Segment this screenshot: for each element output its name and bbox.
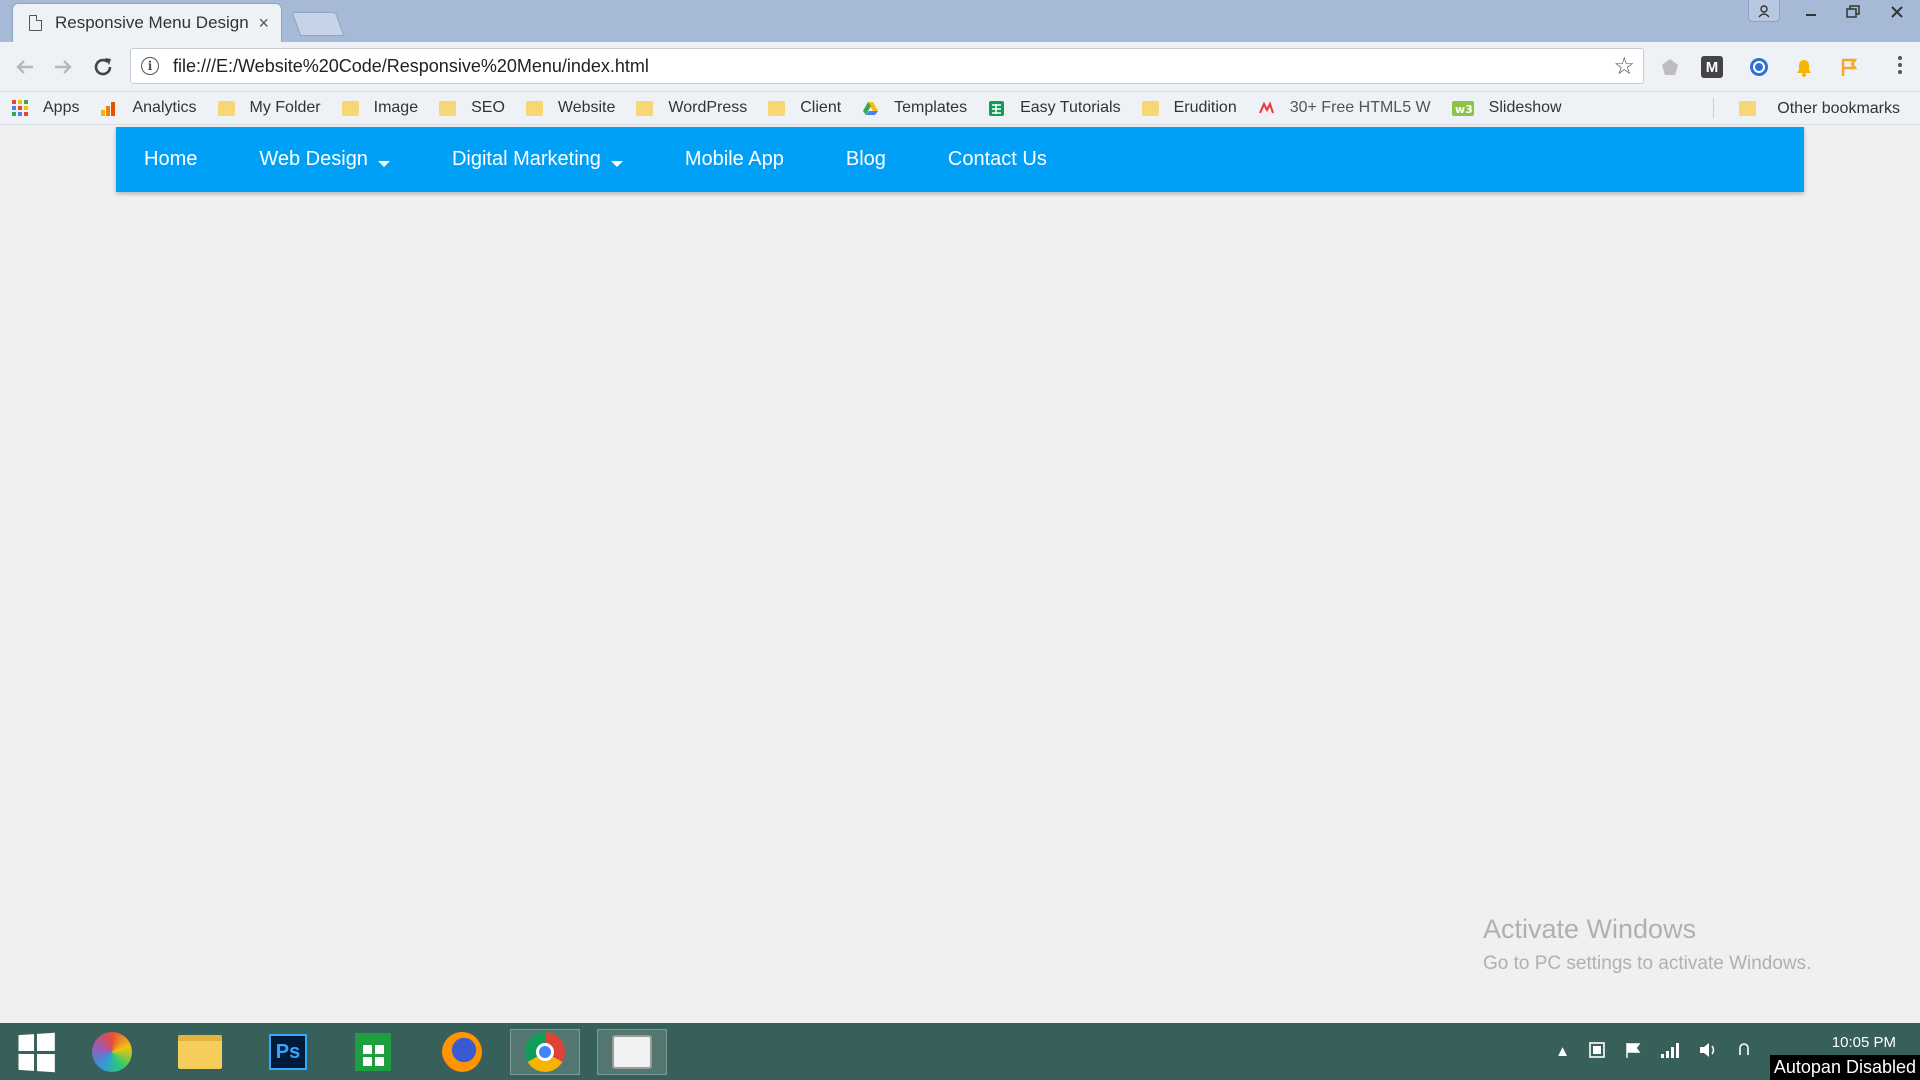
nav-mobile-app[interactable]: Mobile App bbox=[685, 148, 784, 171]
paint-app[interactable] bbox=[77, 1029, 147, 1075]
folder-icon bbox=[768, 100, 786, 116]
bookmarks-bar: Apps Analytics My Folder Image SEO Websi… bbox=[0, 92, 1920, 125]
autopan-status: Autopan Disabled bbox=[1769, 1055, 1920, 1080]
chrome-icon bbox=[525, 1032, 565, 1072]
activate-windows-watermark: Activate Windows Go to PC settings to ac… bbox=[1483, 914, 1811, 975]
start-button[interactable] bbox=[0, 1029, 70, 1075]
paint-icon bbox=[92, 1032, 132, 1072]
network-signal-icon[interactable] bbox=[1660, 1042, 1680, 1062]
nav-contact-us[interactable]: Contact Us bbox=[948, 148, 1047, 171]
analytics-icon bbox=[100, 101, 117, 116]
caret-down-icon bbox=[610, 160, 623, 167]
tab-title: Responsive Menu Design bbox=[55, 13, 249, 32]
bookmark-separator bbox=[1713, 98, 1714, 118]
bookmark-apps[interactable]: Apps bbox=[12, 99, 79, 117]
close-window-icon[interactable] bbox=[1874, 0, 1920, 24]
minimize-icon[interactable] bbox=[1790, 0, 1832, 24]
w3-icon: w3 bbox=[1451, 100, 1474, 116]
photoshop-icon: Ps bbox=[269, 1034, 307, 1070]
apps-grid-icon bbox=[12, 100, 28, 116]
lastpass-icon[interactable] bbox=[1746, 54, 1772, 80]
profile-icon[interactable] bbox=[1748, 0, 1780, 22]
volume-icon[interactable] bbox=[1698, 1041, 1718, 1063]
bookmark-analytics[interactable]: Analytics bbox=[100, 99, 197, 117]
folder-icon bbox=[525, 100, 543, 116]
svg-text:w3: w3 bbox=[1455, 103, 1473, 116]
restore-icon[interactable] bbox=[1832, 0, 1874, 24]
device-icon[interactable] bbox=[1588, 1041, 1606, 1063]
caret-down-icon bbox=[377, 160, 390, 167]
bookmark-star-icon[interactable]: ☆ bbox=[1613, 52, 1635, 81]
browser-toolbar: i file:///E:/Website%20Code/Responsive%2… bbox=[0, 42, 1920, 92]
close-tab-icon[interactable]: × bbox=[258, 13, 269, 34]
url-text[interactable]: file:///E:/Website%20Code/Responsive%20M… bbox=[173, 56, 1613, 77]
bookmark-easy-tutorials[interactable]: Easy Tutorials bbox=[988, 99, 1121, 117]
file-explorer-app[interactable] bbox=[165, 1029, 235, 1075]
keyboard-icon[interactable] bbox=[1736, 1041, 1752, 1063]
bookmark-seo[interactable]: SEO bbox=[439, 99, 505, 117]
browser-tab[interactable]: Responsive Menu Design × bbox=[12, 3, 282, 42]
drive-icon bbox=[862, 101, 879, 116]
file-explorer-icon bbox=[178, 1035, 222, 1069]
browser-titlebar: Responsive Menu Design × bbox=[0, 0, 1920, 42]
nav-home[interactable]: Home bbox=[144, 148, 197, 171]
nav-web-design[interactable]: Web Design bbox=[259, 148, 390, 171]
windows-logo-icon bbox=[17, 1032, 55, 1072]
taskbar: Ps ▲ 10:05 PM Autopan Disabled bbox=[0, 1023, 1920, 1080]
bookmark-wordpress[interactable]: WordPress bbox=[636, 99, 747, 117]
folder-icon bbox=[1141, 100, 1159, 116]
show-hidden-icons-icon[interactable]: ▲ bbox=[1555, 1043, 1570, 1060]
html5-icon bbox=[1258, 100, 1275, 116]
photoshop-app[interactable]: Ps bbox=[253, 1029, 323, 1075]
bookmark-erudition[interactable]: Erudition bbox=[1141, 99, 1237, 117]
nav-blog[interactable]: Blog bbox=[846, 148, 886, 171]
folder-icon bbox=[1739, 101, 1757, 116]
gmail-icon[interactable]: M bbox=[1701, 56, 1723, 78]
sheets-icon bbox=[988, 100, 1005, 116]
store-app[interactable] bbox=[338, 1029, 408, 1075]
firefox-app[interactable] bbox=[427, 1029, 497, 1075]
screen-recorder-icon bbox=[612, 1035, 652, 1069]
back-arrow-icon[interactable] bbox=[10, 52, 40, 82]
folder-icon bbox=[439, 100, 457, 116]
folder-icon bbox=[341, 100, 359, 116]
chrome-app[interactable] bbox=[510, 1029, 580, 1075]
bookmark-image[interactable]: Image bbox=[341, 99, 418, 117]
system-clock[interactable]: 10:05 PM bbox=[1832, 1034, 1896, 1051]
bookmark-html5-templates[interactable]: 30+ Free HTML5 W bbox=[1258, 99, 1431, 117]
new-tab-button[interactable] bbox=[291, 12, 345, 36]
nav-digital-marketing[interactable]: Digital Marketing bbox=[452, 148, 623, 171]
bookmark-my-folder[interactable]: My Folder bbox=[217, 99, 321, 117]
folder-icon bbox=[217, 100, 235, 116]
extension-icon[interactable] bbox=[1657, 54, 1683, 80]
watermark-title: Activate Windows bbox=[1483, 914, 1697, 944]
address-bar[interactable]: i file:///E:/Website%20Code/Responsive%2… bbox=[130, 48, 1644, 84]
store-icon bbox=[355, 1033, 391, 1071]
forward-arrow-icon[interactable] bbox=[48, 52, 78, 82]
action-center-flag-icon[interactable] bbox=[1624, 1041, 1642, 1063]
bookmark-slideshow[interactable]: w3 Slideshow bbox=[1451, 99, 1562, 117]
bookmark-client[interactable]: Client bbox=[768, 99, 841, 117]
firefox-icon bbox=[442, 1032, 482, 1072]
flag-extension-icon[interactable] bbox=[1836, 54, 1862, 80]
other-bookmarks[interactable]: Other bookmarks bbox=[1739, 92, 1900, 125]
reload-icon[interactable] bbox=[88, 52, 118, 82]
page-icon bbox=[29, 15, 42, 31]
screen-recorder-app[interactable] bbox=[597, 1029, 667, 1075]
system-tray: ▲ bbox=[1555, 1023, 1770, 1080]
watermark-subtitle: Go to PC settings to activate Windows. bbox=[1483, 953, 1812, 974]
folder-icon bbox=[636, 100, 654, 116]
window-controls bbox=[1748, 0, 1920, 26]
notification-bell-icon[interactable] bbox=[1791, 54, 1817, 80]
info-icon[interactable]: i bbox=[141, 57, 159, 75]
bookmark-website[interactable]: Website bbox=[525, 99, 615, 117]
bookmark-templates[interactable]: Templates bbox=[862, 99, 967, 117]
browser-menu-icon[interactable] bbox=[1898, 56, 1902, 74]
site-navigation-bar: Home Web Design Digital Marketing Mobile… bbox=[116, 127, 1804, 192]
